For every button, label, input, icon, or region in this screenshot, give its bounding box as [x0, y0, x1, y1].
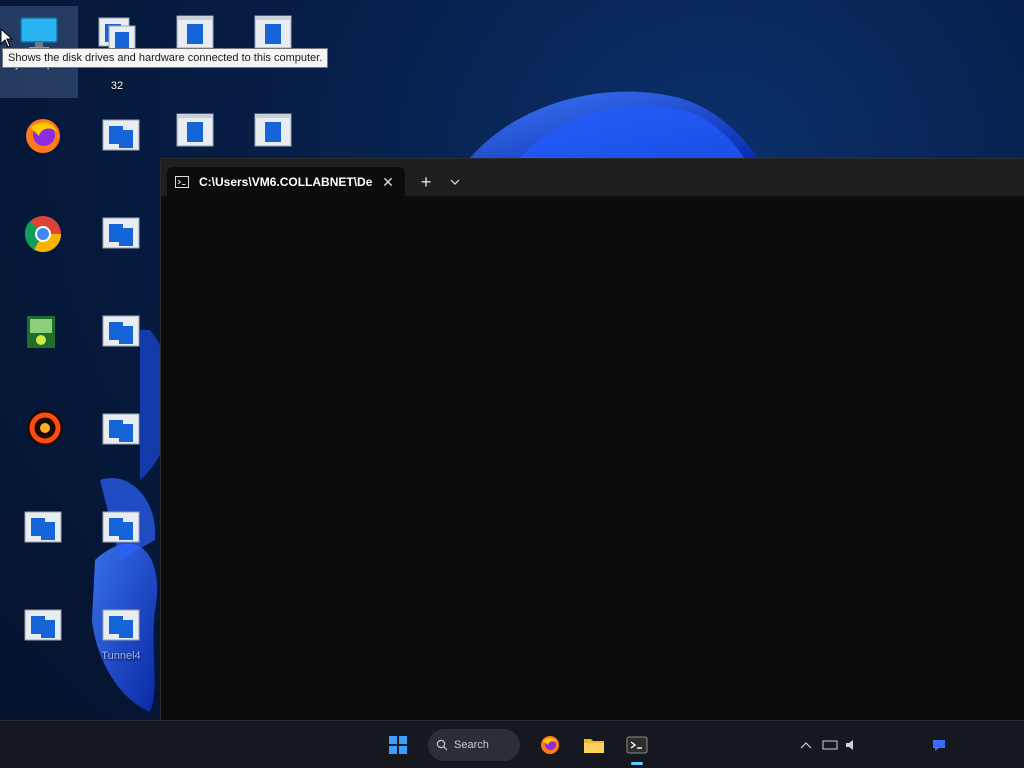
window-app-icon [176, 113, 214, 147]
tooltip: Shows the disk drives and hardware conne… [2, 48, 329, 68]
search-icon [436, 739, 448, 751]
desktop-icon-orange-app[interactable] [6, 400, 84, 492]
terminal-window[interactable]: C:\Users\VM6.COLLABNET\De ✕ + [160, 158, 1024, 720]
window-app-icon [102, 119, 140, 151]
window-app-icon [102, 217, 140, 249]
taskbar-search-label: Search [454, 739, 489, 751]
terminal-titlebar[interactable]: C:\Users\VM6.COLLABNET\De ✕ + [161, 159, 1024, 197]
notification-icon[interactable] [930, 736, 948, 754]
start-button[interactable] [382, 729, 414, 761]
taskbar-terminal[interactable] [620, 729, 654, 765]
firefox-icon [541, 736, 559, 754]
window-app-icon [24, 511, 62, 543]
desktop-icon-app[interactable] [82, 304, 160, 396]
terminal-content-area[interactable] [161, 198, 1024, 720]
desktop-icon-app[interactable] [82, 108, 160, 200]
window-app-icon [254, 113, 292, 147]
terminal-tab-title: C:\Users\VM6.COLLABNET\De [199, 175, 373, 189]
window-app-icon [102, 609, 140, 641]
network-icon[interactable] [822, 739, 838, 751]
desktop-icon-app[interactable] [82, 206, 160, 298]
desktop-icon-label: 32 [110, 80, 124, 92]
window-app-icon [102, 315, 140, 347]
chevron-up-icon[interactable] [800, 741, 812, 749]
desktop-icon-label: Tunnel4 [101, 650, 141, 662]
orange-ring-icon [27, 410, 63, 446]
terminal-icon [175, 176, 189, 188]
terminal-tab[interactable]: C:\Users\VM6.COLLABNET\De ✕ [167, 167, 405, 197]
terminal-icon [626, 736, 648, 754]
desktop-icon-tunnel4[interactable]: Tunnel4 [82, 598, 160, 690]
tab-dropdown-button[interactable] [443, 169, 467, 195]
desktop-icon-app[interactable] [82, 402, 160, 494]
close-tab-button[interactable]: ✕ [379, 173, 397, 191]
new-tab-button[interactable]: + [413, 169, 439, 195]
desktop-icon-certificate[interactable] [2, 304, 80, 396]
chrome-icon [24, 216, 62, 253]
taskbar-firefox[interactable] [534, 729, 566, 761]
start-icon [389, 736, 407, 754]
certificate-icon [27, 316, 55, 348]
window-app-icon [102, 511, 140, 543]
taskbar-search[interactable]: Search [428, 729, 520, 761]
tray-icons[interactable] [822, 739, 860, 751]
taskbar: Search [0, 720, 1024, 768]
desktop-icon-chrome[interactable] [4, 206, 82, 298]
folder-icon [584, 739, 604, 753]
chevron-down-icon [450, 179, 460, 185]
window-app-icon [24, 609, 62, 641]
window-app-icon [102, 413, 140, 445]
desktop-icon-firefox[interactable] [4, 108, 82, 200]
firefox-icon [26, 119, 60, 153]
desktop-icon-app[interactable] [4, 500, 82, 592]
taskbar-file-explorer[interactable] [578, 729, 610, 761]
mouse-cursor-icon [0, 28, 14, 48]
desktop-icon-app[interactable] [82, 500, 160, 592]
system-tray[interactable] [800, 729, 948, 761]
desktop-icon-app[interactable] [4, 598, 82, 690]
speaker-icon[interactable] [844, 739, 860, 751]
